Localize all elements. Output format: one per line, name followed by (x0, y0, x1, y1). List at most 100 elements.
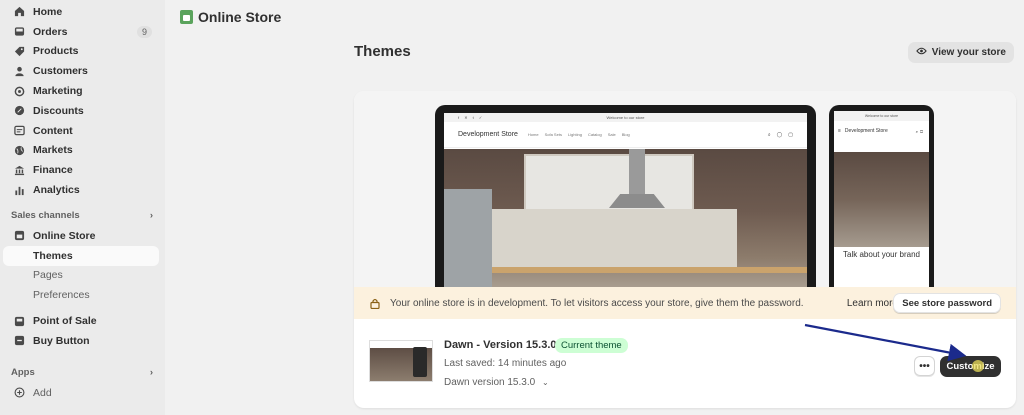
sidebar-item-marketing[interactable]: Marketing (3, 81, 159, 101)
sidebar-item-label: Customers (33, 65, 88, 78)
sidebar-item-add[interactable]: Add (3, 383, 159, 403)
plus-circle-icon (13, 387, 25, 399)
online-store-icon (180, 10, 193, 24)
account-icon: ◯ (776, 131, 783, 138)
sidebar-item-analytics[interactable]: Analytics (3, 180, 159, 200)
hero-backsplash (492, 209, 737, 269)
sales-channels-section[interactable]: Sales channels › (0, 206, 165, 226)
theme-name: Dawn - Version 15.3.0 (444, 339, 557, 351)
sidebar-item-label: Preferences (33, 289, 90, 302)
hero-image (444, 149, 807, 305)
buy-button-icon (13, 335, 25, 347)
sidebar-item-discounts[interactable]: Discounts (3, 101, 159, 121)
menu-item: Home (527, 132, 539, 137)
mobile-announcement: Welcome to our store (834, 111, 929, 121)
customize-button[interactable]: Customize (940, 356, 1001, 377)
target-icon (13, 85, 25, 97)
menu-icon: ≡ (838, 128, 841, 134)
sidebar-item-point-of-sale[interactable]: Point of Sale (3, 311, 159, 331)
menu-item: Lighting (567, 132, 582, 137)
orders-count-badge: 9 (136, 25, 152, 38)
view-store-label: View your store (931, 47, 1006, 58)
home-icon (13, 6, 25, 18)
storefront-icon (13, 230, 25, 242)
thumbnail-phone (413, 347, 427, 377)
apps-label: Apps (11, 367, 35, 379)
sidebar-item-themes[interactable]: Themes (3, 245, 159, 266)
hero-hood (629, 149, 645, 194)
sidebar-item-label: Marketing (33, 85, 83, 98)
see-store-password-button[interactable]: See store password (893, 293, 1001, 313)
view-store-button[interactable]: View your store (907, 42, 1014, 63)
sidebar-item-label: Analytics (33, 184, 80, 197)
section-header: Online Store (165, 0, 1024, 34)
sidebar-item-label: Online Store (33, 229, 96, 242)
mobile-preview: Welcome to our store ≡ Development Store… (829, 105, 934, 305)
cursor-highlight (972, 360, 984, 372)
announcement-bar: f ✕ t ✓ Welcome to our store (444, 113, 807, 122)
mobile-screen: Welcome to our store ≡ Development Store… (834, 111, 929, 305)
sidebar-item-customers[interactable]: Customers (3, 61, 159, 81)
learn-more-link[interactable]: Learn more (847, 298, 898, 309)
sidebar-item-buy-button[interactable]: Buy Button (3, 331, 159, 351)
theme-card: f ✕ t ✓ Welcome to our store Development… (354, 91, 1016, 408)
sidebar-item-content[interactable]: Content (3, 121, 159, 141)
discount-icon (13, 105, 25, 117)
bank-icon (13, 164, 25, 176)
announcement-text: Welcome to our store (606, 115, 645, 120)
mobile-header: ≡ Development Store ⌕▢ (834, 121, 929, 141)
sidebar-item-label: Content (33, 124, 73, 137)
chevron-down-icon: ⌄ (541, 378, 549, 387)
menu-item: Sale (607, 132, 616, 137)
sidebar-item-label: Add (33, 386, 52, 399)
theme-version-dropdown[interactable]: Dawn version 15.3.0 ⌄ (444, 377, 549, 388)
content-icon (13, 125, 25, 137)
sidebar-item-orders[interactable]: Orders 9 (3, 22, 159, 42)
menu-item: Catalog (587, 132, 602, 137)
cart-icon: ▢ (788, 131, 793, 138)
hero-counter (492, 267, 807, 273)
last-saved-text: Last saved: 14 minutes ago (444, 358, 567, 369)
pos-icon (13, 315, 25, 327)
desktop-screen: f ✕ t ✓ Welcome to our store Development… (444, 113, 807, 305)
sidebar-item-home[interactable]: Home (3, 2, 159, 22)
globe-icon (13, 144, 25, 156)
search-icon: ⌕ (767, 131, 771, 138)
current-theme-badge: Current theme (555, 338, 628, 353)
tag-icon (13, 45, 25, 57)
sidebar-item-label: Products (33, 45, 79, 58)
menu-item: Sofa Sets (544, 132, 562, 137)
more-actions-button[interactable]: ••• (914, 356, 935, 376)
theme-preview[interactable]: f ✕ t ✓ Welcome to our store Development… (354, 91, 1016, 305)
sales-channels-label: Sales channels (11, 210, 80, 222)
store-menu: Home Sofa Sets Lighting Catalog Sale Blo… (528, 132, 630, 137)
sidebar-item-pages[interactable]: Pages (3, 266, 159, 286)
sidebar-item-online-store[interactable]: Online Store (3, 226, 159, 246)
apps-section[interactable]: Apps › (0, 363, 165, 383)
sidebar-item-products[interactable]: Products (3, 42, 159, 62)
mobile-header-icons: ⌕▢ (915, 128, 925, 134)
sidebar-item-label: Pages (33, 269, 63, 282)
sidebar: Home Orders 9 Products Customers Marketi… (0, 0, 165, 415)
chart-icon (13, 184, 25, 196)
sidebar-item-markets[interactable]: Markets (3, 141, 159, 161)
menu-item: Blog (621, 132, 630, 137)
sidebar-item-label: Discounts (33, 104, 84, 117)
desktop-preview: f ✕ t ✓ Welcome to our store Development… (435, 105, 816, 305)
mobile-tagline: Talk about your brand (843, 250, 920, 259)
store-header-icons: ⌕ ◯ ▢ (768, 132, 793, 138)
sidebar-item-label: Finance (33, 164, 73, 177)
store-brand: Development Store (458, 131, 518, 138)
eye-icon (915, 47, 927, 58)
theme-thumbnail (369, 340, 433, 382)
sidebar-item-label: Markets (33, 144, 73, 157)
mobile-brand: Development Store (844, 127, 888, 134)
section-title: Online Store (198, 9, 282, 25)
theme-version-label: Dawn version 15.3.0 (444, 377, 536, 388)
store-header: Development Store Home Sofa Sets Lightin… (444, 122, 807, 148)
sidebar-item-label: Buy Button (33, 334, 90, 347)
sidebar-item-finance[interactable]: Finance (3, 160, 159, 180)
sidebar-item-preferences[interactable]: Preferences (3, 285, 159, 305)
inbox-icon (13, 26, 25, 38)
development-banner: Your online store is in development. To … (354, 287, 1016, 319)
